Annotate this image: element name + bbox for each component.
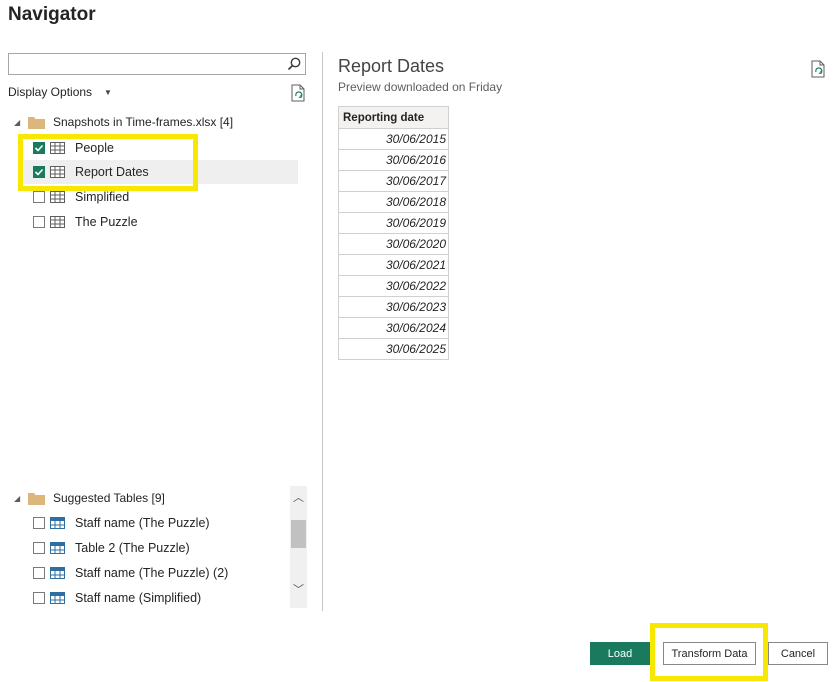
table-row: 30/06/2016	[338, 149, 449, 171]
scroll-up-icon[interactable]: ︿	[290, 489, 307, 505]
suggested-item-label: Table 2 (The Puzzle)	[75, 541, 190, 555]
table-cell: 30/06/2016	[338, 149, 449, 171]
preview-subtitle: Preview downloaded on Friday	[338, 80, 503, 94]
web-table-icon	[50, 517, 65, 529]
tree-node-source[interactable]: ◢ Snapshots in Time-frames.xlsx [4]	[14, 111, 233, 133]
table-row: 30/06/2025	[338, 338, 449, 360]
suggested-item-label: Staff name (The Puzzle) (2)	[75, 566, 229, 580]
table-cell: 30/06/2020	[338, 233, 449, 255]
table-cell: 30/06/2022	[338, 275, 449, 297]
table-row: 30/06/2018	[338, 191, 449, 213]
table-row: 30/06/2019	[338, 212, 449, 234]
web-table-icon	[50, 567, 65, 579]
preview-table: Reporting date 30/06/2015 30/06/2016 30/…	[338, 106, 449, 360]
table-cell: 30/06/2019	[338, 212, 449, 234]
checkbox-the-puzzle[interactable]	[33, 216, 45, 228]
checkbox[interactable]	[33, 592, 45, 604]
cancel-button[interactable]: Cancel	[768, 642, 828, 665]
suggested-item-table-2[interactable]: Table 2 (The Puzzle)	[33, 536, 190, 560]
scroll-down-icon[interactable]: ﹀	[290, 581, 307, 597]
web-table-icon	[50, 542, 65, 554]
web-table-icon	[50, 592, 65, 604]
table-row: 30/06/2021	[338, 254, 449, 276]
table-cell: 30/06/2018	[338, 191, 449, 213]
suggested-item-staff-puzzle[interactable]: Staff name (The Puzzle)	[33, 511, 210, 535]
scrollbar-thumb[interactable]	[291, 520, 306, 548]
expander-icon[interactable]: ◢	[14, 494, 24, 503]
table-cell: 30/06/2025	[338, 338, 449, 360]
column-header[interactable]: Reporting date	[338, 106, 449, 129]
table-row: 30/06/2017	[338, 170, 449, 192]
table-icon	[50, 216, 65, 228]
table-cell: 30/06/2024	[338, 317, 449, 339]
suggested-item-staff-puzzle-2[interactable]: Staff name (The Puzzle) (2)	[33, 561, 228, 585]
table-row: 30/06/2020	[338, 233, 449, 255]
caret-down-icon: ▼	[104, 87, 112, 97]
table-icon	[50, 191, 65, 203]
table-cell: 30/06/2023	[338, 296, 449, 318]
suggested-item-staff-simplified[interactable]: Staff name (Simplified)	[33, 586, 201, 610]
table-row: 30/06/2015	[338, 128, 449, 150]
table-row: 30/06/2022	[338, 275, 449, 297]
suggested-item-label: Staff name (The Puzzle)	[75, 516, 210, 530]
folder-icon	[28, 492, 45, 505]
nav-item-the-puzzle[interactable]: The Puzzle	[33, 210, 138, 234]
table-cell: 30/06/2017	[338, 170, 449, 192]
refresh-preview-icon[interactable]	[810, 60, 826, 78]
suggested-item-label: Staff name (Simplified)	[75, 591, 202, 605]
refresh-file-icon[interactable]	[290, 84, 306, 102]
search-input[interactable]	[12, 55, 282, 73]
display-options-dropdown[interactable]: Display Options ▼	[8, 85, 112, 99]
checkbox[interactable]	[33, 567, 45, 579]
table-cell: 30/06/2021	[338, 254, 449, 276]
checkbox[interactable]	[33, 542, 45, 554]
expander-icon[interactable]: ◢	[14, 118, 24, 127]
checkbox-simplified[interactable]	[33, 191, 45, 203]
preview-title: Report Dates	[338, 56, 445, 76]
window-title: Navigator	[8, 4, 96, 25]
folder-icon	[28, 116, 45, 129]
tree-node-label: Snapshots in Time-frames.xlsx [4]	[53, 115, 234, 129]
highlight-box-checked-items	[18, 134, 198, 191]
tree-node-label: Suggested Tables [9]	[53, 491, 165, 505]
tree-node-suggested[interactable]: ◢ Suggested Tables [9]	[14, 487, 165, 509]
nav-item-label: The Puzzle	[75, 215, 138, 229]
table-cell: 30/06/2015	[338, 128, 449, 150]
display-options-label: Display Options	[8, 85, 93, 99]
checkbox[interactable]	[33, 517, 45, 529]
table-row: 30/06/2023	[338, 296, 449, 318]
panel-divider[interactable]	[322, 52, 323, 611]
nav-item-label: Simplified	[75, 190, 130, 204]
load-button[interactable]: Load	[590, 642, 650, 665]
transform-data-button[interactable]: Transform Data	[663, 642, 756, 665]
search-box[interactable]	[8, 53, 306, 75]
table-row: 30/06/2024	[338, 317, 449, 339]
search-icon[interactable]	[286, 56, 302, 72]
